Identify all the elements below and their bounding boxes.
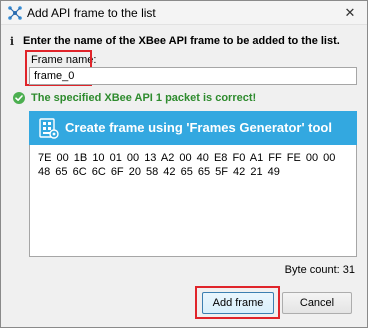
frame-name-input[interactable]: [29, 67, 357, 85]
check-icon: [13, 92, 25, 104]
button-highlight-box: [195, 286, 280, 319]
frames-generator-label: Create frame using 'Frames Generator' to…: [65, 120, 332, 135]
add-api-frame-dialog: Add API frame to the list ✕ i Enter the …: [0, 0, 368, 328]
hex-frame-textarea[interactable]: 7E 00 1B 10 01 00 13 A2 00 40 E8 F0 A1 F…: [29, 145, 357, 257]
byte-count: Byte count: 31: [284, 264, 355, 276]
cancel-button[interactable]: Cancel: [282, 292, 352, 314]
info-icon: i: [9, 35, 15, 48]
info-text: Enter the name of the XBee API frame to …: [23, 35, 340, 47]
status-text: The specified XBee API 1 packet is corre…: [31, 92, 257, 104]
title-bar[interactable]: Add API frame to the list ✕: [1, 1, 367, 25]
frames-generator-button[interactable]: Create frame using 'Frames Generator' to…: [29, 111, 357, 145]
frames-generator-icon: [35, 115, 61, 141]
app-icon: [7, 5, 23, 21]
close-icon[interactable]: ✕: [341, 4, 359, 22]
info-message: i Enter the name of the XBee API frame t…: [7, 35, 361, 49]
window-title: Add API frame to the list: [27, 6, 156, 20]
